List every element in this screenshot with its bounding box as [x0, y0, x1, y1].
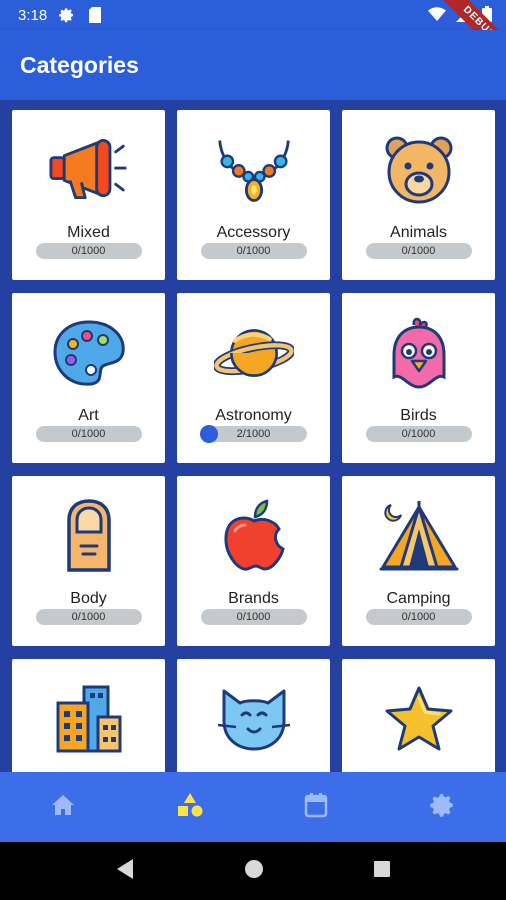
category-progress: 0/1000	[365, 609, 472, 625]
progress-text: 0/1000	[236, 245, 271, 257]
category-card-camping[interactable]: Camping 0/1000	[342, 476, 495, 646]
progress-text: 0/1000	[71, 611, 106, 623]
back-button[interactable]	[115, 858, 135, 885]
category-progress: 0/1000	[365, 243, 472, 259]
progress-fill	[199, 425, 218, 443]
sd-card-icon	[87, 7, 103, 23]
category-card-art[interactable]: Art 0/1000	[12, 293, 165, 463]
progress-text: 0/1000	[401, 428, 436, 440]
category-name: Camping	[386, 590, 451, 607]
category-progress: 2/1000	[199, 425, 307, 443]
category-name: Birds	[400, 407, 437, 424]
nav-categories[interactable]	[127, 772, 254, 842]
progress-text: 0/1000	[236, 611, 271, 623]
category-progress: 0/1000	[35, 426, 142, 442]
category-progress: 0/1000	[365, 426, 472, 442]
calendar-icon	[304, 792, 328, 823]
category-card-astronomy[interactable]: Astronomy 2/1000	[177, 293, 330, 463]
settings-icon	[59, 7, 75, 23]
category-name: Art	[78, 407, 99, 424]
category-name: Animals	[390, 224, 447, 241]
planet-icon	[213, 313, 294, 393]
finger-icon	[49, 496, 129, 576]
category-card-animals[interactable]: Animals 0/1000	[342, 110, 495, 280]
star-icon	[379, 679, 459, 759]
home-button[interactable]	[244, 859, 264, 884]
nav-calendar[interactable]	[253, 772, 380, 842]
bird-icon	[379, 313, 459, 393]
progress-text: 0/1000	[401, 611, 436, 623]
category-card-cats[interactable]	[177, 659, 330, 772]
bottom-navigation	[0, 772, 506, 842]
category-name: Astronomy	[215, 407, 292, 424]
category-card-body[interactable]: Body 0/1000	[12, 476, 165, 646]
category-card-birds[interactable]: Birds 0/1000	[342, 293, 495, 463]
category-card-mixed[interactable]: Mixed 0/1000	[12, 110, 165, 280]
buildings-icon	[49, 679, 129, 759]
tent-icon	[379, 496, 459, 576]
palette-icon	[49, 313, 129, 393]
app-bar: Categories	[0, 30, 506, 100]
category-progress: 0/1000	[35, 243, 142, 259]
apple-icon	[214, 496, 294, 576]
category-progress: 0/1000	[35, 609, 142, 625]
category-card-buildings[interactable]	[12, 659, 165, 772]
categories-grid: Mixed 0/1000 Accessory 0/1000 Animals 0/…	[12, 110, 496, 772]
category-name: Mixed	[67, 224, 110, 241]
nav-settings[interactable]	[380, 772, 506, 842]
category-progress: 0/1000	[200, 243, 307, 259]
bear-icon	[379, 130, 459, 210]
progress-text: 2/1000	[236, 428, 271, 440]
page-title: Categories	[20, 51, 139, 78]
category-card-brands[interactable]: Brands 0/1000	[177, 476, 330, 646]
category-name: Body	[70, 590, 107, 607]
cat-icon	[214, 679, 294, 759]
progress-text: 0/1000	[71, 428, 106, 440]
category-progress: 0/1000	[200, 609, 307, 625]
categories-grid-container[interactable]: Mixed 0/1000 Accessory 0/1000 Animals 0/…	[0, 100, 506, 772]
megaphone-icon	[48, 130, 129, 210]
necklace-icon	[214, 130, 294, 210]
home-icon	[51, 794, 75, 821]
gear-icon	[429, 792, 456, 823]
wifi-icon	[428, 7, 446, 26]
status-bar: 3:18 DEBUG	[0, 0, 506, 69]
progress-text: 0/1000	[71, 245, 106, 257]
category-name: Brands	[228, 590, 279, 607]
recents-button[interactable]	[373, 860, 391, 883]
status-time: 3:18	[18, 6, 48, 24]
category-name: Accessory	[216, 224, 291, 241]
system-navigation-bar	[0, 842, 506, 900]
shapes-icon	[176, 792, 204, 823]
progress-text: 0/1000	[401, 245, 436, 257]
nav-home[interactable]	[0, 772, 127, 842]
category-card-accessory[interactable]: Accessory 0/1000	[177, 110, 330, 280]
category-card-favorites[interactable]	[342, 659, 495, 772]
